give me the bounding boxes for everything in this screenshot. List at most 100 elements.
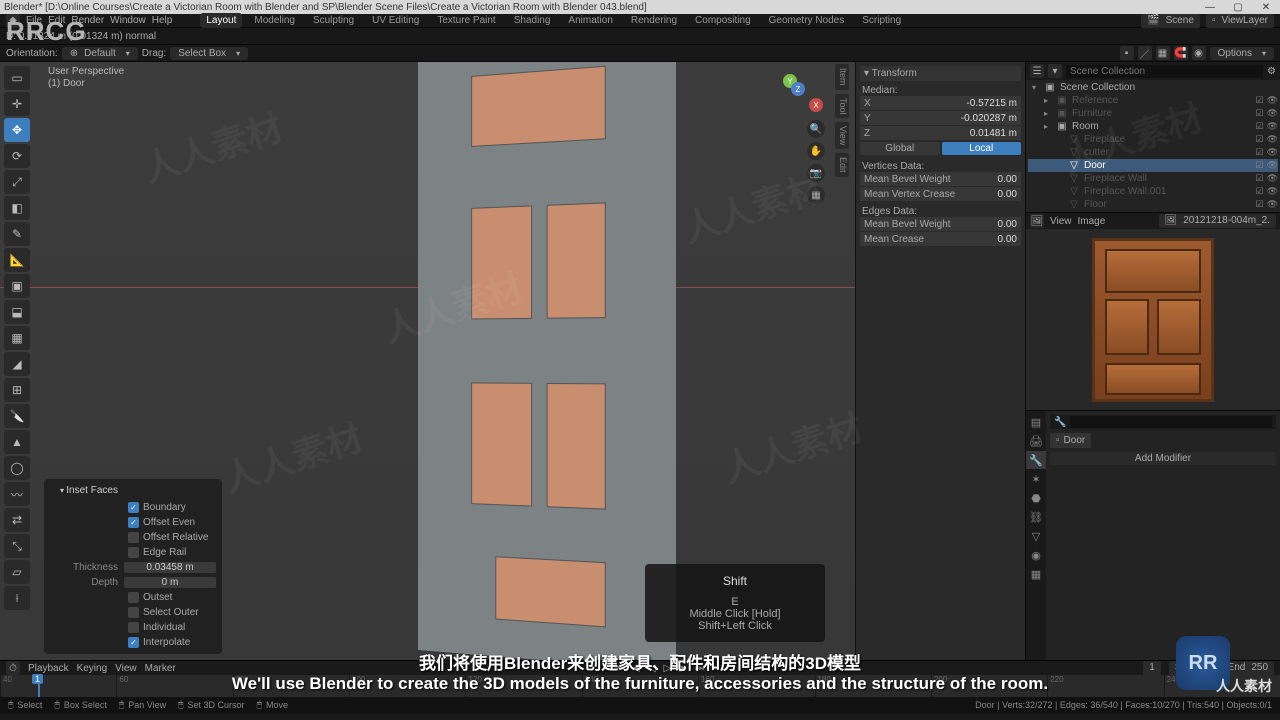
image-editor-icon[interactable]: 🖼 [1030, 214, 1044, 228]
play-reverse[interactable]: ◁ [648, 663, 656, 674]
npanel-tab-item[interactable]: Item [835, 64, 849, 90]
ptab-render[interactable]: ▤ [1026, 413, 1046, 431]
start-frame[interactable]: Start 1 [1169, 661, 1214, 675]
tool-rip[interactable]: ⟊ [4, 586, 30, 610]
space-global[interactable]: Global [860, 142, 940, 155]
timeline-track[interactable]: 406080100120140160180200220240 [0, 675, 1280, 697]
tool-scale[interactable]: ⤢ [4, 170, 30, 194]
operator-title[interactable]: Inset Faces [50, 483, 216, 500]
op-outset[interactable]: Outset [50, 590, 216, 605]
options-menu[interactable]: Options [1210, 47, 1274, 60]
tab-animation[interactable]: Animation [562, 13, 618, 28]
operator-panel[interactable]: Inset Faces ✓Boundary ✓Offset Even Offse… [44, 479, 222, 654]
tab-texpaint[interactable]: Texture Paint [431, 13, 501, 28]
image-view[interactable] [1026, 229, 1280, 410]
outliner-mode-icon[interactable]: ☰ [1030, 64, 1044, 78]
props-mode-icon[interactable]: 🔧 [1054, 417, 1066, 428]
prop-edit-toggle[interactable]: ◉ [1192, 46, 1206, 60]
persp-toggle-icon[interactable]: ▦ [807, 186, 825, 204]
drag-select[interactable]: Select Box [170, 47, 248, 60]
op-select-outer[interactable]: Select Outer [50, 605, 216, 620]
tool-spin[interactable]: ◯ [4, 456, 30, 480]
gizmo-z[interactable]: Z [791, 82, 805, 96]
ptab-texture[interactable]: ▦ [1026, 565, 1046, 583]
mean-crease[interactable]: Mean Crease0.00 [860, 232, 1021, 246]
depth-value[interactable]: 0 m [124, 577, 216, 588]
tool-knife[interactable]: 🔪 [4, 404, 30, 428]
tree-item-fireplace[interactable]: ▽Fireplace☑👁 [1028, 133, 1278, 146]
timeline-icon[interactable]: ⏱ [6, 661, 20, 675]
mean-bevel-weight-edge[interactable]: Mean Bevel Weight0.00 [860, 217, 1021, 231]
op-interpolate[interactable]: ✓Interpolate [50, 635, 216, 650]
ptab-material[interactable]: ◉ [1026, 546, 1046, 564]
orientation-select[interactable]: ⊕ Default [62, 47, 138, 60]
tool-transform[interactable]: ◧ [4, 196, 30, 220]
op-boundary[interactable]: ✓Boundary [50, 500, 216, 515]
transform-y[interactable]: Y-0.020287 m [860, 111, 1021, 125]
tool-inset[interactable]: ▦ [4, 326, 30, 350]
menu-edit[interactable]: Edit [48, 15, 65, 26]
current-frame[interactable]: 1 [1143, 661, 1161, 675]
tl-view[interactable]: View [115, 663, 137, 674]
gizmo-x[interactable]: X [809, 98, 823, 112]
select-mode-edge[interactable]: ／ [1138, 46, 1152, 60]
ptab-particles[interactable]: ✶ [1026, 470, 1046, 488]
maximize-button[interactable]: ▢ [1228, 2, 1248, 13]
tool-cursor[interactable]: ✛ [4, 92, 30, 116]
tree-item-room[interactable]: ▸▣Room☑👁 [1028, 120, 1278, 133]
tl-marker[interactable]: Marker [145, 663, 176, 674]
tab-sculpting[interactable]: Sculpting [307, 13, 360, 28]
tab-modeling[interactable]: Modeling [248, 13, 301, 28]
menu-file[interactable]: File [26, 15, 42, 26]
tab-shading[interactable]: Shading [508, 13, 557, 28]
play[interactable]: ▷ [664, 663, 672, 674]
tree-item-fireplace-wall-001[interactable]: ▽Fireplace Wall.001☑👁 [1028, 185, 1278, 198]
tab-scripting[interactable]: Scripting [856, 13, 907, 28]
tool-edge-slide[interactable]: ⇄ [4, 508, 30, 532]
tool-smooth[interactable]: 〰 [4, 482, 30, 506]
add-modifier-button[interactable]: Add Modifier [1050, 452, 1276, 465]
tool-loopcut[interactable]: ⊞ [4, 378, 30, 402]
outliner-search[interactable] [1066, 65, 1263, 78]
tool-bevel[interactable]: ◢ [4, 352, 30, 376]
playhead[interactable] [38, 675, 40, 697]
space-local[interactable]: Local [942, 142, 1022, 155]
tab-layout[interactable]: Layout [200, 13, 242, 28]
ptab-modifier[interactable]: 🔧 [1026, 451, 1046, 469]
tab-uv[interactable]: UV Editing [366, 13, 425, 28]
transform-z[interactable]: Z0.01481 m [860, 126, 1021, 140]
image-name[interactable]: 🖼 20121218-004m_2. [1159, 214, 1276, 228]
camera-icon[interactable]: 📷 [807, 164, 825, 182]
op-offset-relative[interactable]: Offset Relative [50, 530, 216, 545]
tree-item-door[interactable]: ▽Door☑👁 [1028, 159, 1278, 172]
pan-icon[interactable]: ✋ [807, 142, 825, 160]
tab-rendering[interactable]: Rendering [625, 13, 683, 28]
tab-compositing[interactable]: Compositing [689, 13, 757, 28]
tool-polybuild[interactable]: ▲ [4, 430, 30, 454]
op-edge-rail[interactable]: Edge Rail [50, 545, 216, 560]
tree-item-furniture[interactable]: ▸▣Furniture☑👁 [1028, 107, 1278, 120]
npanel-transform-header[interactable]: ▾ Transform [860, 66, 1021, 81]
op-offset-even[interactable]: ✓Offset Even [50, 515, 216, 530]
blender-icon[interactable]: ◆ [6, 14, 20, 28]
3d-viewport[interactable]: User Perspective (1) Door ▭ ✛ ✥ ⟳ ⤢ ◧ ✎ … [0, 62, 1025, 660]
tab-geonodes[interactable]: Geometry Nodes [763, 13, 851, 28]
play-prev[interactable]: ◀ [632, 663, 640, 674]
tool-shrink[interactable]: ⤡ [4, 534, 30, 558]
tool-shear[interactable]: ▱ [4, 560, 30, 584]
nav-gizmo[interactable]: X Y Z [783, 72, 825, 114]
filter-icon[interactable]: ⚙ [1267, 66, 1276, 77]
tree-item-reference[interactable]: ▸▣Reference☑👁 [1028, 94, 1278, 107]
props-search[interactable] [1070, 416, 1272, 428]
ptab-output[interactable]: 🖨 [1026, 432, 1046, 450]
tool-annotate[interactable]: ✎ [4, 222, 30, 246]
tool-measure[interactable]: 📐 [4, 248, 30, 272]
scene-selector[interactable]: 🎬 Scene [1141, 14, 1200, 28]
tool-select[interactable]: ▭ [4, 66, 30, 90]
mean-bevel-weight[interactable]: Mean Bevel Weight0.00 [860, 172, 1021, 186]
mean-vertex-crease[interactable]: Mean Vertex Crease0.00 [860, 187, 1021, 201]
minimize-button[interactable]: — [1200, 2, 1220, 13]
play-start[interactable]: ⏮ [615, 663, 624, 674]
tl-playback[interactable]: Playback [28, 663, 69, 674]
zoom-icon[interactable]: 🔍 [807, 120, 825, 138]
